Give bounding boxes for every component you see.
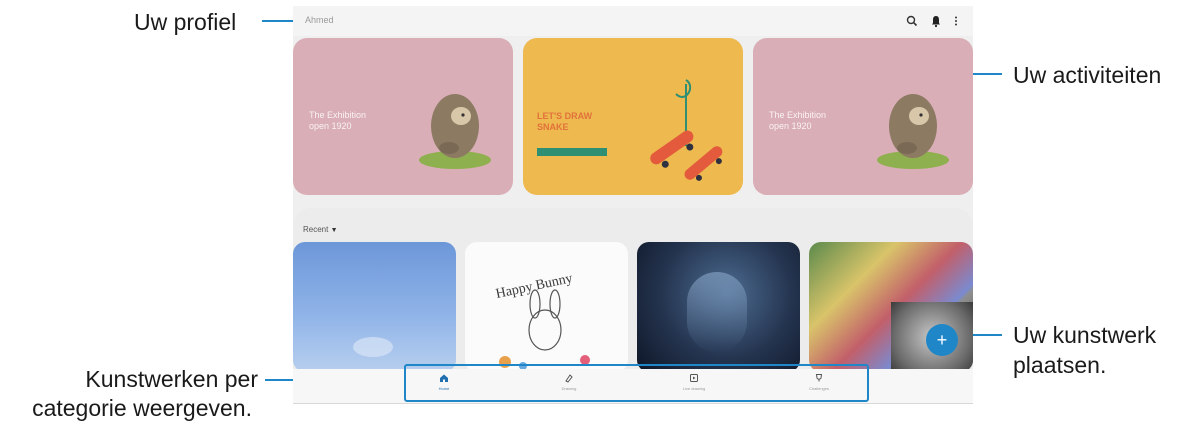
banner-title: The Exhibition open 1920: [769, 110, 827, 131]
more-options-icon[interactable]: [949, 14, 963, 28]
banner-card[interactable]: The Exhibition open 1920: [753, 38, 973, 195]
profile-button[interactable]: Ahmed: [305, 15, 334, 25]
banner-card[interactable]: The Exhibition open 1920: [293, 38, 513, 195]
search-icon[interactable]: [905, 14, 919, 28]
skateboard-illustration: [650, 79, 723, 181]
banner-card[interactable]: LET'S DRAW SNAKE: [523, 38, 743, 195]
sloth-illustration: [877, 94, 949, 169]
callout-post-artwork-line1: Uw kunstwerk: [1013, 322, 1157, 348]
app-screen: Ahmed The Exhibition open 1920 LET'S DRA…: [293, 6, 973, 404]
top-bar: Ahmed: [293, 6, 973, 36]
banner-title: The Exhibition open 1920: [309, 110, 367, 131]
callout-post-artwork-line2: plaatsen.: [1013, 352, 1107, 378]
banner-title: LET'S DRAW SNAKE: [537, 111, 593, 132]
artwork-tile[interactable]: [637, 242, 800, 372]
bell-icon[interactable]: [929, 14, 943, 28]
callout-categories-line2: categorie weergeven.: [32, 395, 252, 421]
callout-profile: Uw profiel: [134, 9, 237, 35]
artwork-tile[interactable]: [293, 242, 456, 372]
artwork-detail: [687, 272, 747, 352]
artwork-doodle: Happy Bunny: [494, 271, 590, 370]
banner-button: [537, 148, 607, 156]
category-label: Recent: [303, 225, 329, 234]
callout-categories-line1: Kunstwerken per: [85, 366, 258, 392]
bottom-nav-highlight: [404, 364, 869, 402]
add-artwork-button[interactable]: +: [926, 324, 958, 356]
callout-profile-line: [262, 20, 294, 22]
artwork-tile[interactable]: Happy Bunny: [465, 242, 628, 372]
sloth-illustration: [419, 94, 491, 169]
artwork-detail: [353, 337, 393, 357]
callout-activities: Uw activiteiten: [1013, 62, 1162, 88]
category-dropdown[interactable]: Recent ▼: [303, 225, 338, 234]
chevron-down-icon: ▼: [330, 227, 338, 234]
svg-text:Happy Bunny: Happy Bunny: [494, 271, 574, 302]
